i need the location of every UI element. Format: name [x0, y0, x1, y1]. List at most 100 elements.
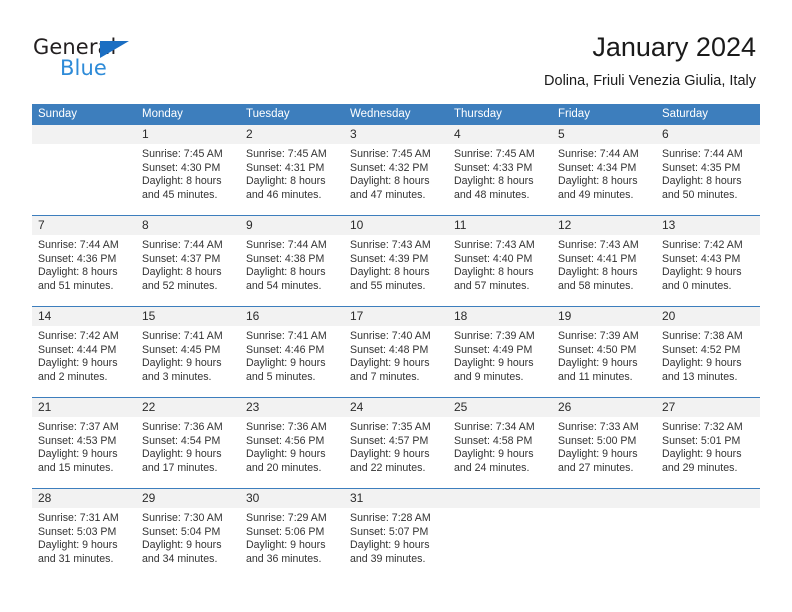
day-number[interactable]: 19 — [552, 307, 656, 326]
day-cell[interactable]: Sunrise: 7:43 AM Sunset: 4:39 PM Dayligh… — [344, 235, 448, 306]
day-number[interactable]: 27 — [656, 398, 760, 417]
day-cell[interactable]: Sunrise: 7:43 AM Sunset: 4:41 PM Dayligh… — [552, 235, 656, 306]
day-cell[interactable] — [656, 508, 760, 579]
day-number[interactable]: 4 — [448, 125, 552, 144]
daylight-line-1: Daylight: 8 hours — [454, 266, 534, 279]
day-cell[interactable]: Sunrise: 7:44 AM Sunset: 4:36 PM Dayligh… — [32, 235, 136, 306]
day-number[interactable]: 30 — [240, 489, 344, 508]
day-cell[interactable]: Sunrise: 7:44 AM Sunset: 4:34 PM Dayligh… — [552, 144, 656, 215]
day-cell[interactable]: Sunrise: 7:30 AM Sunset: 5:04 PM Dayligh… — [136, 508, 240, 579]
day-cell[interactable]: Sunrise: 7:42 AM Sunset: 4:44 PM Dayligh… — [32, 326, 136, 397]
day-number[interactable] — [448, 489, 552, 508]
sunrise-line: Sunrise: 7:28 AM — [350, 512, 431, 524]
day-number[interactable]: 1 — [136, 125, 240, 144]
weekday-thursday: Thursday — [454, 108, 502, 120]
day-number[interactable]: 16 — [240, 307, 344, 326]
daylight-line-1: Daylight: 8 hours — [142, 175, 222, 188]
weekday-header-row: Sunday Monday Tuesday Wednesday Thursday… — [32, 104, 760, 124]
weekday-wednesday: Wednesday — [350, 108, 411, 120]
day-cell[interactable]: Sunrise: 7:45 AM Sunset: 4:32 PM Dayligh… — [344, 144, 448, 215]
day-cell[interactable]: Sunrise: 7:44 AM Sunset: 4:37 PM Dayligh… — [136, 235, 240, 306]
day-cell[interactable]: Sunrise: 7:45 AM Sunset: 4:31 PM Dayligh… — [240, 144, 344, 215]
daylight-line-2: and 0 minutes. — [662, 280, 732, 293]
daylight-line-2: and 11 minutes. — [558, 371, 633, 384]
day-number[interactable]: 7 — [32, 216, 136, 235]
day-number[interactable] — [656, 489, 760, 508]
sunrise-line: Sunrise: 7:39 AM — [454, 330, 535, 342]
day-number[interactable]: 25 — [448, 398, 552, 417]
day-number[interactable]: 29 — [136, 489, 240, 508]
sunrise-line: Sunrise: 7:35 AM — [350, 421, 431, 433]
day-cell[interactable]: Sunrise: 7:41 AM Sunset: 4:45 PM Dayligh… — [136, 326, 240, 397]
day-number[interactable]: 2 — [240, 125, 344, 144]
day-cell[interactable]: Sunrise: 7:39 AM Sunset: 4:49 PM Dayligh… — [448, 326, 552, 397]
day-cell[interactable]: Sunrise: 7:44 AM Sunset: 4:38 PM Dayligh… — [240, 235, 344, 306]
sunrise-line: Sunrise: 7:44 AM — [142, 239, 223, 251]
day-cell[interactable]: Sunrise: 7:38 AM Sunset: 4:52 PM Dayligh… — [656, 326, 760, 397]
day-cell[interactable]: Sunrise: 7:40 AM Sunset: 4:48 PM Dayligh… — [344, 326, 448, 397]
daylight-line-1: Daylight: 8 hours — [38, 266, 118, 279]
general-blue-logo[interactable]: General Blue — [33, 36, 163, 82]
day-cell[interactable]: Sunrise: 7:33 AM Sunset: 5:00 PM Dayligh… — [552, 417, 656, 488]
sunrise-line: Sunrise: 7:40 AM — [350, 330, 431, 342]
day-number[interactable]: 11 — [448, 216, 552, 235]
sunrise-line: Sunrise: 7:39 AM — [558, 330, 639, 342]
day-number[interactable]: 23 — [240, 398, 344, 417]
day-cell[interactable]: Sunrise: 7:31 AM Sunset: 5:03 PM Dayligh… — [32, 508, 136, 579]
day-cell[interactable]: Sunrise: 7:36 AM Sunset: 4:56 PM Dayligh… — [240, 417, 344, 488]
calendar-page: General Blue January 2024 Dolina, Friuli… — [0, 0, 792, 612]
day-number[interactable]: 15 — [136, 307, 240, 326]
day-cell[interactable] — [448, 508, 552, 579]
day-cell[interactable]: Sunrise: 7:28 AM Sunset: 5:07 PM Dayligh… — [344, 508, 448, 579]
daylight-line-1: Daylight: 8 hours — [558, 266, 638, 279]
day-number[interactable]: 6 — [656, 125, 760, 144]
day-number[interactable]: 31 — [344, 489, 448, 508]
day-number[interactable]: 9 — [240, 216, 344, 235]
sunrise-line: Sunrise: 7:45 AM — [454, 148, 535, 160]
day-cell[interactable]: Sunrise: 7:41 AM Sunset: 4:46 PM Dayligh… — [240, 326, 344, 397]
day-cell[interactable] — [552, 508, 656, 579]
page-header: General Blue January 2024 Dolina, Friuli… — [0, 0, 792, 100]
day-cell[interactable]: Sunrise: 7:45 AM Sunset: 4:30 PM Dayligh… — [136, 144, 240, 215]
day-number[interactable]: 3 — [344, 125, 448, 144]
day-number[interactable]: 21 — [32, 398, 136, 417]
day-cell[interactable]: Sunrise: 7:32 AM Sunset: 5:01 PM Dayligh… — [656, 417, 760, 488]
calendar-grid: Sunday Monday Tuesday Wednesday Thursday… — [32, 104, 760, 579]
day-number[interactable]: 28 — [32, 489, 136, 508]
day-number[interactable]: 5 — [552, 125, 656, 144]
day-cell[interactable]: Sunrise: 7:34 AM Sunset: 4:58 PM Dayligh… — [448, 417, 552, 488]
daylight-line-1: Daylight: 9 hours — [38, 539, 118, 552]
day-number[interactable]: 13 — [656, 216, 760, 235]
day-number[interactable]: 14 — [32, 307, 136, 326]
day-number[interactable]: 20 — [656, 307, 760, 326]
day-cell[interactable]: Sunrise: 7:36 AM Sunset: 4:54 PM Dayligh… — [136, 417, 240, 488]
day-number[interactable]: 18 — [448, 307, 552, 326]
sunrise-line: Sunrise: 7:36 AM — [142, 421, 223, 433]
day-cell[interactable]: Sunrise: 7:44 AM Sunset: 4:35 PM Dayligh… — [656, 144, 760, 215]
sunset-line: Sunset: 4:58 PM — [454, 434, 533, 447]
weekday-sunday: Sunday — [38, 108, 78, 120]
day-number[interactable]: 22 — [136, 398, 240, 417]
day-cell[interactable]: Sunrise: 7:37 AM Sunset: 4:53 PM Dayligh… — [32, 417, 136, 488]
day-number[interactable]: 24 — [344, 398, 448, 417]
sunrise-line: Sunrise: 7:45 AM — [142, 148, 223, 160]
day-number[interactable]: 17 — [344, 307, 448, 326]
sunset-line: Sunset: 4:30 PM — [142, 161, 221, 174]
day-cell[interactable]: Sunrise: 7:39 AM Sunset: 4:50 PM Dayligh… — [552, 326, 656, 397]
day-number[interactable]: 8 — [136, 216, 240, 235]
day-cell[interactable]: Sunrise: 7:35 AM Sunset: 4:57 PM Dayligh… — [344, 417, 448, 488]
day-number[interactable]: 12 — [552, 216, 656, 235]
day-cell[interactable]: Sunrise: 7:45 AM Sunset: 4:33 PM Dayligh… — [448, 144, 552, 215]
day-cell[interactable]: Sunrise: 7:29 AM Sunset: 5:06 PM Dayligh… — [240, 508, 344, 579]
daylight-line-1: Daylight: 9 hours — [246, 448, 326, 461]
day-number[interactable] — [552, 489, 656, 508]
day-cell[interactable]: Sunrise: 7:42 AM Sunset: 4:43 PM Dayligh… — [656, 235, 760, 306]
week-daynumber-band: 28 29 30 31 — [32, 489, 760, 508]
day-number[interactable] — [32, 125, 136, 144]
sunrise-line: Sunrise: 7:42 AM — [662, 239, 743, 251]
week-row: 1 2 3 4 5 6 Sunrise: 7:45 AM Sunset: 4:3… — [32, 124, 760, 215]
day-cell[interactable] — [32, 144, 136, 215]
day-cell[interactable]: Sunrise: 7:43 AM Sunset: 4:40 PM Dayligh… — [448, 235, 552, 306]
day-number[interactable]: 26 — [552, 398, 656, 417]
day-number[interactable]: 10 — [344, 216, 448, 235]
